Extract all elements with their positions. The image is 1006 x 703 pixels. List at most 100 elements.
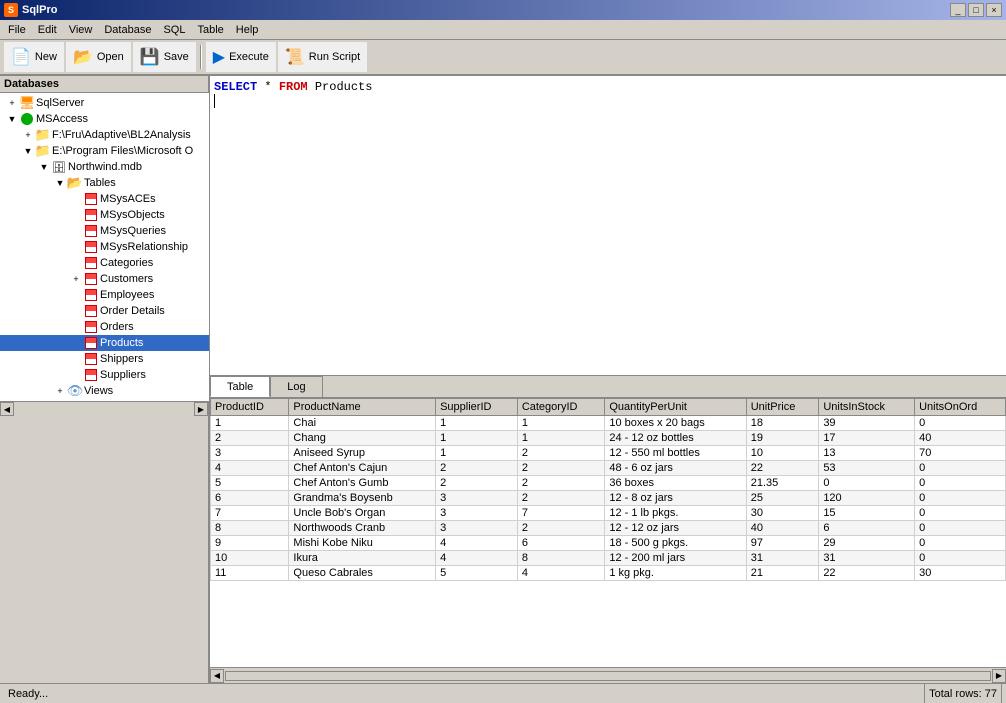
tree-item-orderdetails[interactable]: ▷ Order Details (0, 303, 209, 319)
menu-database[interactable]: Database (98, 22, 157, 38)
path2-label: E:\Program Files\Microsoft O (52, 145, 193, 157)
expand-views[interactable]: + (52, 386, 68, 396)
scroll-right-grid[interactable]: ▶ (992, 669, 1006, 683)
table-cell: 10 (211, 551, 289, 566)
table-row[interactable]: 8Northwoods Cranb3212 - 12 oz jars4060 (211, 521, 1006, 536)
menu-edit[interactable]: Edit (32, 22, 63, 38)
table-cell: 0 (915, 506, 1006, 521)
tab-log[interactable]: Log (270, 376, 322, 397)
views-label: Views (84, 385, 113, 397)
expand-northwind[interactable]: ▼ (36, 162, 52, 172)
table-cell: 1 (436, 431, 518, 446)
data-grid-container[interactable]: ProductID ProductName SupplierID Categor… (210, 398, 1006, 667)
tree-item-path2[interactable]: ▼ 📁 E:\Program Files\Microsoft O (0, 143, 209, 159)
close-button[interactable]: × (986, 3, 1002, 17)
total-rows-text: Total rows: 77 (929, 688, 997, 700)
table-cell: 1 (517, 431, 605, 446)
tree-item-path1[interactable]: + 📁 F:\Fru\Adaptive\BL2Analysis (0, 127, 209, 143)
status-bar: Ready... Total rows: 77 (0, 683, 1006, 703)
bottom-scrollbar[interactable]: ◀ ▶ (210, 667, 1006, 683)
sql-table-name: Products (315, 80, 373, 94)
menu-view[interactable]: View (63, 22, 99, 38)
tree-item-northwind[interactable]: ▼ 🗄 Northwind.mdb (0, 159, 209, 175)
tree-item-categories[interactable]: ▷ Categories (0, 255, 209, 271)
tree-item-views[interactable]: + 👁 Views (0, 383, 209, 399)
table-row[interactable]: 10Ikura4812 - 200 ml jars31310 (211, 551, 1006, 566)
save-button[interactable]: 💾 Save (133, 42, 196, 72)
minimize-button[interactable]: _ (950, 3, 966, 17)
table-row[interactable]: 5Chef Anton's Gumb2236 boxes21.3500 (211, 476, 1006, 491)
table-cell: Chang (289, 431, 436, 446)
table-row[interactable]: 6Grandma's Boysenb3212 - 8 oz jars251200 (211, 491, 1006, 506)
sql-from-keyword: FROM (279, 80, 308, 94)
window-controls[interactable]: _ □ × (950, 3, 1002, 17)
menu-table[interactable]: Table (191, 22, 229, 38)
table-row[interactable]: 4Chef Anton's Cajun2248 - 6 oz jars22530 (211, 461, 1006, 476)
expand-tables[interactable]: ▼ (52, 178, 68, 188)
table-cell: Chai (289, 416, 436, 431)
table-row[interactable]: 9Mishi Kobe Niku4618 - 500 g pkgs.97290 (211, 536, 1006, 551)
sidebar-hscroll[interactable]: ◀ ▶ (0, 401, 208, 417)
menu-help[interactable]: Help (230, 22, 265, 38)
expand-path2[interactable]: ▼ (20, 146, 36, 156)
tree-item-customers[interactable]: + Customers (0, 271, 209, 287)
table-cell: 2 (436, 461, 518, 476)
tree-item-products[interactable]: ▷ Products (0, 335, 209, 351)
menu-file[interactable]: File (2, 22, 32, 38)
main-container: Databases + 🖥 SqlServer ▼ MSAccess (0, 76, 1006, 683)
table-row[interactable]: 1Chai1110 boxes x 20 bags18390 (211, 416, 1006, 431)
scroll-right-btn[interactable]: ▶ (194, 402, 208, 416)
table-cell: 10 boxes x 20 bags (605, 416, 746, 431)
expand-sqlserver[interactable]: + (4, 98, 20, 108)
expand-path1[interactable]: + (20, 130, 36, 140)
tree-item-msysqueries[interactable]: ▷ MSysQueries (0, 223, 209, 239)
open-button[interactable]: 📂 Open (66, 42, 131, 72)
table-cell: 0 (915, 491, 1006, 506)
scroll-track[interactable] (14, 402, 194, 417)
tree-item-suppliers[interactable]: ▷ Suppliers (0, 367, 209, 383)
table-cell: 3 (211, 446, 289, 461)
table-cell: 18 (746, 416, 819, 431)
tree-item-msysrelationship[interactable]: ▷ MSysRelationship (0, 239, 209, 255)
col-productname: ProductName (289, 399, 436, 416)
tree-item-orders[interactable]: ▷ Orders (0, 319, 209, 335)
table-row[interactable]: 11Queso Cabrales541 kg pkg.212230 (211, 566, 1006, 581)
tree-item-msysaces[interactable]: ▷ MSysACEs (0, 191, 209, 207)
expand-customers[interactable]: + (68, 274, 84, 284)
toolbar-separator (200, 45, 202, 69)
hscroll-track[interactable] (225, 671, 991, 681)
new-button[interactable]: 📄 New (4, 42, 64, 72)
scroll-left-btn[interactable]: ◀ (0, 402, 14, 416)
tree-item-shippers[interactable]: ▷ Shippers (0, 351, 209, 367)
table-row[interactable]: 3Aniseed Syrup1212 - 550 ml bottles10137… (211, 446, 1006, 461)
tree-item-employees[interactable]: ▷ Employees (0, 287, 209, 303)
menu-sql[interactable]: SQL (157, 22, 191, 38)
table-cell: 4 (436, 536, 518, 551)
tree-item-sqlserver[interactable]: + 🖥 SqlServer (0, 95, 209, 111)
sql-editor[interactable]: SELECT * FROM Products (210, 76, 1006, 376)
run-script-button[interactable]: 📜 Run Script (278, 42, 367, 72)
scroll-left-grid[interactable]: ◀ (210, 669, 224, 683)
execute-button[interactable]: ▶ Execute (206, 42, 276, 72)
col-categoryid: CategoryID (517, 399, 605, 416)
table-cell: 18 - 500 g pkgs. (605, 536, 746, 551)
tab-table[interactable]: Table (210, 376, 270, 397)
title-bar: S SqlPro _ □ × (0, 0, 1006, 20)
table-cell: 8 (211, 521, 289, 536)
path1-label: F:\Fru\Adaptive\BL2Analysis (52, 129, 191, 141)
tree-item-msysobjects[interactable]: ▷ MSysObjects (0, 207, 209, 223)
table-row[interactable]: 7Uncle Bob's Organ3712 - 1 lb pkgs.30150 (211, 506, 1006, 521)
folder-icon-1: 📁 (36, 128, 50, 142)
folder-icon-2: 📁 (36, 144, 50, 158)
table-cell: 10 (746, 446, 819, 461)
tree-item-msaccess[interactable]: ▼ MSAccess (0, 111, 209, 127)
table-cell: 25 (746, 491, 819, 506)
table-cell: 1 (517, 416, 605, 431)
new-icon: 📄 (11, 47, 31, 67)
table-icon-shippers (84, 352, 98, 366)
tree-item-tables-folder[interactable]: ▼ 📂 Tables (0, 175, 209, 191)
expand-msaccess[interactable]: ▼ (4, 114, 20, 124)
maximize-button[interactable]: □ (968, 3, 984, 17)
table-row[interactable]: 2Chang1124 - 12 oz bottles191740 (211, 431, 1006, 446)
table-cell: 3 (436, 521, 518, 536)
